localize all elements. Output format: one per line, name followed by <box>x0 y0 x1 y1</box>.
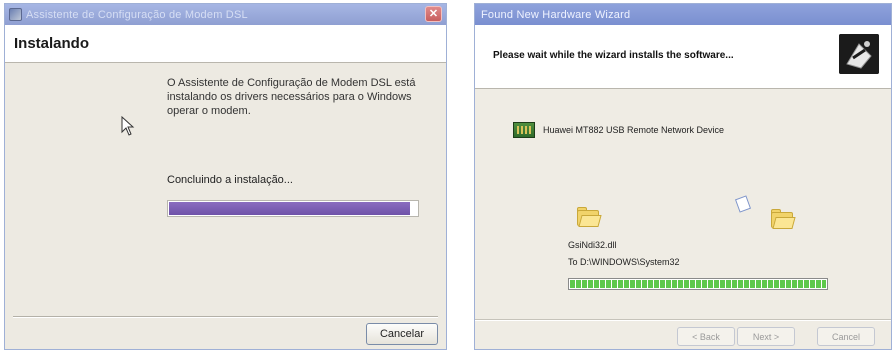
source-folder-icon <box>577 207 602 227</box>
right-title-bar[interactable]: Found New Hardware Wizard <box>475 4 891 25</box>
left-title-bar[interactable]: Assistente de Configuração de Modem DSL … <box>5 4 446 25</box>
device-name: Huawei MT882 USB Remote Network Device <box>543 125 725 135</box>
cancel-button[interactable]: Cancelar <box>366 323 438 345</box>
dsl-setup-window: Assistente de Configuração de Modem DSL … <box>4 3 447 350</box>
destination-folder-icon <box>771 209 796 229</box>
install-progress-fill <box>169 202 410 215</box>
footer-divider <box>13 316 438 318</box>
right-window-title: Found New Hardware Wizard <box>481 8 631 21</box>
right-header: Please wait while the wizard installs th… <box>475 25 891 89</box>
mouse-cursor-icon <box>121 116 135 136</box>
install-status: Concluindo a instalação... <box>167 174 293 186</box>
install-message: O Assistente de Configuração de Modem DS… <box>167 77 416 117</box>
flying-file-icon <box>734 195 752 213</box>
wizard-cancel-button[interactable]: Cancel <box>817 327 875 346</box>
wizard-footer-divider <box>475 319 891 321</box>
found-new-hardware-window: Found New Hardware Wizard Please wait wh… <box>474 3 892 350</box>
copying-file-name: GsiNdi32.dll <box>568 240 617 250</box>
device-row: Huawei MT882 USB Remote Network Device <box>513 122 724 138</box>
network-device-icon <box>513 122 535 138</box>
page-title: Instalando <box>14 35 90 52</box>
install-progress-bar <box>167 200 419 217</box>
modem-app-icon <box>9 8 22 21</box>
copying-file-destination: To D:\WINDOWS\System32 <box>568 257 680 267</box>
copy-progress-bar <box>568 278 828 290</box>
wizard-heading: Please wait while the wizard installs th… <box>493 50 734 61</box>
next-button[interactable]: Next > <box>737 327 795 346</box>
left-header: Instalando <box>5 25 446 63</box>
close-button[interactable]: ✕ <box>425 6 442 22</box>
copy-progress-fill <box>570 280 826 288</box>
back-button[interactable]: < Back <box>677 327 735 346</box>
left-window-title: Assistente de Configuração de Modem DSL <box>26 8 248 21</box>
wizard-icon <box>839 34 879 74</box>
